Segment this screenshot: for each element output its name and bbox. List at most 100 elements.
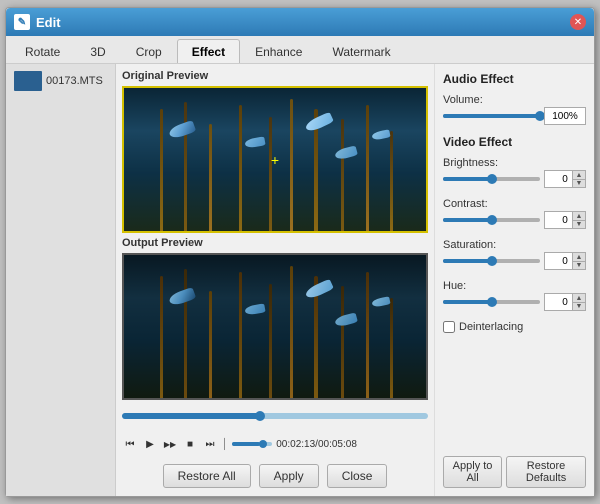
hue-fill — [443, 300, 492, 304]
saturation-slider-row: ▲ ▼ — [443, 252, 586, 270]
deinterlacing-row: Deinterlacing — [443, 321, 586, 333]
contrast-fill — [443, 218, 492, 222]
left-panel: 00173.MTS — [6, 64, 116, 496]
volume-spinbox[interactable] — [544, 107, 586, 125]
title-bar-left: ✎ Edit — [14, 14, 61, 30]
window-icon: ✎ — [14, 14, 30, 30]
brightness-row: Brightness: ▲ ▼ — [443, 157, 586, 188]
output-preview-label: Output Preview — [122, 237, 428, 249]
close-button[interactable]: Close — [327, 464, 388, 488]
tab-crop[interactable]: Crop — [121, 39, 177, 63]
volume-label: Volume: — [443, 94, 586, 106]
hue-up[interactable]: ▲ — [572, 293, 586, 302]
output-preview-bg — [124, 255, 426, 398]
hue-row: Hue: ▲ ▼ — [443, 280, 586, 311]
brightness-spin-arrows: ▲ ▼ — [572, 170, 586, 188]
output-fish-container — [124, 255, 426, 398]
bottom-buttons: Restore All Apply Close — [122, 460, 428, 490]
volume-bar[interactable] — [232, 442, 272, 446]
brightness-thumb[interactable] — [487, 174, 497, 184]
tabs-bar: Rotate 3D Crop Effect Enhance Watermark — [6, 36, 594, 64]
volume-slider-row — [443, 107, 586, 125]
title-bar: ✎ Edit ✕ — [6, 8, 594, 36]
hue-spinbox[interactable]: ▲ ▼ — [544, 293, 586, 311]
saturation-label: Saturation: — [443, 239, 586, 251]
apply-to-all-button[interactable]: Apply to All — [443, 456, 502, 488]
stop-button[interactable]: ■ — [182, 436, 198, 452]
brightness-spinbox[interactable]: ▲ ▼ — [544, 170, 586, 188]
saturation-track[interactable] — [443, 259, 540, 263]
tab-watermark[interactable]: Watermark — [317, 39, 405, 63]
saturation-up[interactable]: ▲ — [572, 252, 586, 261]
tab-3d[interactable]: 3D — [75, 39, 120, 63]
contrast-spin-arrows: ▲ ▼ — [572, 211, 586, 229]
seek-thumb[interactable] — [255, 411, 265, 421]
brightness-fill — [443, 177, 492, 181]
tab-enhance[interactable]: Enhance — [240, 39, 317, 63]
hue-slider-row: ▲ ▼ — [443, 293, 586, 311]
contrast-up[interactable]: ▲ — [572, 211, 586, 220]
right-bottom-buttons: Apply to All Restore Defaults — [443, 456, 586, 488]
original-preview-label: Original Preview — [122, 70, 428, 82]
hue-track[interactable] — [443, 300, 540, 304]
saturation-thumb[interactable] — [487, 256, 497, 266]
saturation-fill — [443, 259, 492, 263]
seek-bar[interactable] — [122, 413, 428, 419]
file-item[interactable]: 00173.MTS — [10, 68, 111, 94]
contrast-track[interactable] — [443, 218, 540, 222]
saturation-down[interactable]: ▼ — [572, 261, 586, 270]
seek-fill — [122, 413, 260, 419]
audio-effect-title: Audio Effect — [443, 72, 586, 86]
volume-fill — [232, 442, 260, 446]
skip-start-button[interactable]: ⏮ — [122, 436, 138, 452]
file-thumbnail — [14, 71, 42, 91]
restore-all-button[interactable]: Restore All — [163, 464, 251, 488]
saturation-row: Saturation: ▲ ▼ — [443, 239, 586, 270]
main-content: 00173.MTS Original Preview — [6, 64, 594, 496]
time-display: 00:02:13/00:05:08 — [276, 439, 357, 450]
brightness-up[interactable]: ▲ — [572, 170, 586, 179]
contrast-row: Contrast: ▲ ▼ — [443, 198, 586, 229]
volume-input[interactable] — [544, 107, 586, 125]
volume-row: Volume: — [443, 94, 586, 125]
window-close-button[interactable]: ✕ — [570, 14, 586, 30]
window-title: Edit — [36, 15, 61, 30]
deinterlacing-label: Deinterlacing — [459, 321, 523, 333]
restore-defaults-button[interactable]: Restore Defaults — [506, 456, 586, 488]
transport-controls: ⏮ ▶ ▶▶ ■ ⏭ │ 00:02:13/00:05:08 — [122, 432, 428, 456]
preview-section: Original Preview — [122, 70, 428, 400]
skip-end-button[interactable]: ⏭ — [202, 436, 218, 452]
play-button[interactable]: ▶ — [142, 436, 158, 452]
brightness-track[interactable] — [443, 177, 540, 181]
hue-down[interactable]: ▼ — [572, 302, 586, 311]
edit-window: ✎ Edit ✕ Rotate 3D Crop Effect Enhance W… — [5, 7, 595, 497]
contrast-spinbox[interactable]: ▲ ▼ — [544, 211, 586, 229]
brightness-slider-row: ▲ ▼ — [443, 170, 586, 188]
saturation-spin-arrows: ▲ ▼ — [572, 252, 586, 270]
output-preview-box — [122, 253, 428, 400]
original-preview-box: + — [122, 86, 428, 233]
apply-button[interactable]: Apply — [259, 464, 319, 488]
original-preview-bg: + — [124, 88, 426, 231]
tab-effect[interactable]: Effect — [177, 39, 240, 63]
apply-restore-row: Apply to All Restore Defaults — [443, 456, 586, 488]
hue-spin-arrows: ▲ ▼ — [572, 293, 586, 311]
file-name: 00173.MTS — [46, 75, 103, 87]
right-panel: Audio Effect Volume: Video Effect Bright — [434, 64, 594, 496]
crosshair-icon: + — [271, 152, 279, 168]
hue-label: Hue: — [443, 280, 586, 292]
contrast-slider-row: ▲ ▼ — [443, 211, 586, 229]
fast-forward-button[interactable]: ▶▶ — [162, 436, 178, 452]
video-effect-title: Video Effect — [443, 135, 586, 149]
saturation-spinbox[interactable]: ▲ ▼ — [544, 252, 586, 270]
center-panel: Original Preview — [116, 64, 434, 496]
volume-thumb[interactable] — [259, 440, 267, 448]
hue-thumb[interactable] — [487, 297, 497, 307]
contrast-down[interactable]: ▼ — [572, 220, 586, 229]
brightness-label: Brightness: — [443, 157, 586, 169]
tab-rotate[interactable]: Rotate — [10, 39, 75, 63]
contrast-thumb[interactable] — [487, 215, 497, 225]
volume-track[interactable] — [443, 114, 540, 118]
brightness-down[interactable]: ▼ — [572, 179, 586, 188]
deinterlacing-checkbox[interactable] — [443, 321, 455, 333]
